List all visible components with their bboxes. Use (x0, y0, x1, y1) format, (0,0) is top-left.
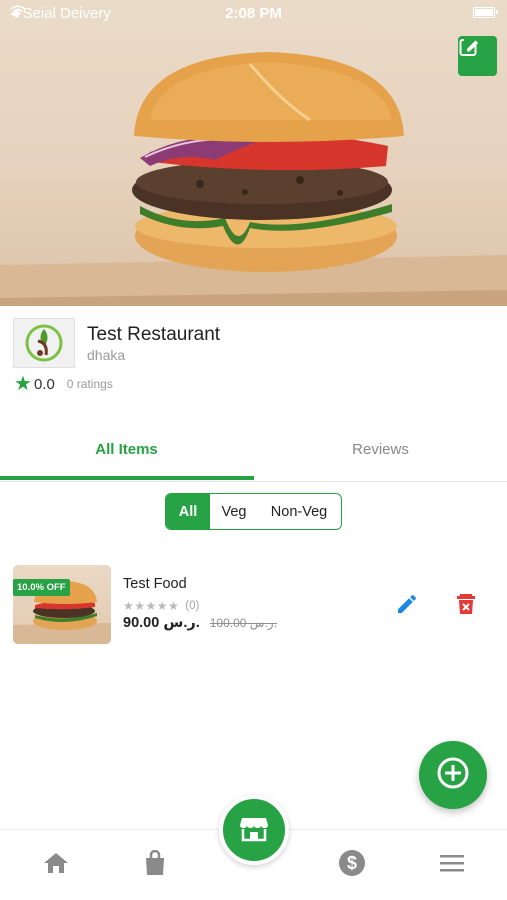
food-stars-icon: ★★★★★ (123, 599, 180, 613)
battery-icon (473, 7, 498, 18)
tab-indicator (0, 476, 254, 480)
store-icon (239, 814, 269, 847)
tab-reviews[interactable]: Reviews (254, 428, 507, 482)
status-bar: ◀ Seial Deivery 2:08 PM (0, 0, 507, 28)
food-image[interactable] (13, 565, 111, 644)
star-icon: ★ (14, 373, 32, 395)
restaurant-logo (13, 318, 75, 368)
food-name: Test Food (123, 576, 187, 592)
delete-food-button[interactable] (453, 593, 479, 619)
ratings-count: 0 ratings (66, 377, 113, 391)
dollar-icon: $ (338, 849, 366, 882)
veg-filter: All Veg Non-Veg (165, 493, 342, 530)
nav-earnings[interactable]: $ (337, 849, 367, 882)
food-price: 90.00 ر.س. (123, 615, 200, 631)
filter-all-button[interactable]: All (166, 494, 210, 529)
status-time: 2:08 PM (225, 5, 282, 22)
tab-label: All Items (95, 441, 158, 458)
rating-value: 0.0 (33, 375, 55, 393)
rating-row: ★ 0.0 0 ratings (14, 374, 113, 394)
pencil-icon (395, 592, 419, 621)
shopping-bag-icon (143, 849, 167, 881)
restaurant-name: Test Restaurant (87, 324, 221, 345)
food-review-count: (0) (185, 600, 200, 612)
nav-home[interactable] (41, 850, 71, 880)
menu-icon (439, 853, 465, 878)
nav-restaurant[interactable] (219, 795, 289, 865)
tab-all-items[interactable]: All Items (0, 428, 253, 482)
tab-bar: All Items Reviews (0, 428, 507, 482)
tab-label: Reviews (352, 441, 409, 458)
nav-menu[interactable] (437, 850, 467, 880)
edit-cover-button[interactable] (458, 36, 497, 76)
home-icon (43, 851, 69, 880)
food-rating: ★★★★★ (0) (123, 599, 199, 613)
hero-image: ◀ Seial Deivery 2:08 PM (0, 0, 507, 306)
nav-orders[interactable] (140, 849, 170, 881)
filter-non-veg-button[interactable]: Non-Veg (258, 494, 340, 529)
delete-icon (455, 592, 477, 621)
add-food-button[interactable] (419, 741, 487, 809)
food-prices: 90.00 ر.س. 100.00 ر.س. (123, 615, 277, 631)
filter-veg-button[interactable]: Veg (210, 494, 258, 529)
discount-badge: 10.0% OFF (13, 579, 70, 596)
plus-circle-icon (436, 756, 470, 795)
edit-food-button[interactable] (394, 593, 420, 619)
svg-text:$: $ (347, 853, 357, 873)
restaurant-city: dhaka (87, 347, 126, 363)
food-old-price: 100.00 ر.س. (209, 616, 277, 630)
